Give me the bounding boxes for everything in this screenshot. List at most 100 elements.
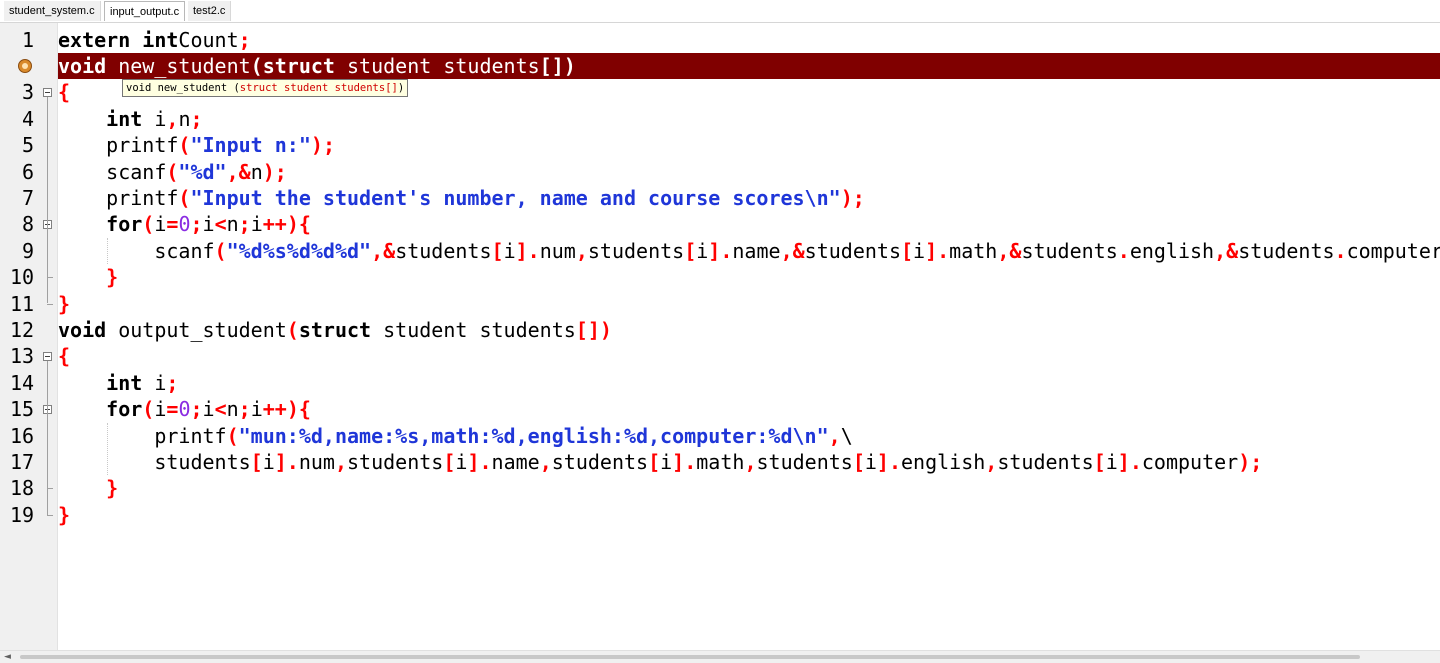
code-line[interactable]: int i; xyxy=(58,370,178,396)
code-token: extern int xyxy=(58,27,179,52)
code-line[interactable]: int i,n; xyxy=(58,106,202,132)
line-number[interactable]: 4 xyxy=(22,106,34,132)
code-token: num xyxy=(298,449,335,474)
code-token: ( xyxy=(166,159,179,184)
code-token: math xyxy=(696,449,745,474)
code-token: i xyxy=(202,212,215,237)
code-token: i xyxy=(250,212,263,237)
code-token: ; xyxy=(322,133,335,158)
code-token: void xyxy=(58,317,107,342)
code-token: { xyxy=(58,344,71,369)
code-token: n xyxy=(178,106,191,131)
line-number[interactable]: 17 xyxy=(10,449,34,475)
line-number[interactable]: 12 xyxy=(10,317,34,343)
function-signature-tooltip: void new_student (struct student student… xyxy=(122,79,409,97)
code-line[interactable]: { xyxy=(58,343,70,369)
line-number[interactable]: 15 xyxy=(10,396,34,422)
code-token: ] xyxy=(708,238,721,263)
horizontal-scrollbar[interactable]: ◄ xyxy=(0,650,1440,663)
line-number[interactable]: 19 xyxy=(10,502,34,528)
code-token: i xyxy=(142,370,167,395)
code-token: n xyxy=(250,159,263,184)
scroll-left-arrow-icon[interactable]: ◄ xyxy=(4,652,11,663)
tab-student-system[interactable]: student_system.c xyxy=(4,1,101,21)
code-token: . xyxy=(479,449,492,474)
code-token: ] xyxy=(672,449,685,474)
code-editor[interactable]: extern intCount; void new_student(struct … xyxy=(58,23,1440,650)
code-token: . xyxy=(888,449,901,474)
code-token: scanf xyxy=(58,159,167,184)
code-line[interactable]: } xyxy=(58,264,118,290)
line-number-gutter[interactable]: 12345678910111213141516171819 xyxy=(0,23,58,650)
line-number[interactable]: 7 xyxy=(22,185,34,211)
code-token: < xyxy=(214,212,227,237)
fold-end-tick xyxy=(47,303,53,305)
line-number[interactable]: 13 xyxy=(10,343,34,369)
code-line[interactable]: for(i=0;i<n;i++){ xyxy=(58,396,311,422)
code-line[interactable]: scanf("%d%s%d%d%d",&students[i].num,stud… xyxy=(58,238,1440,264)
code-token: . xyxy=(286,449,299,474)
fold-toggle-icon[interactable] xyxy=(43,88,52,98)
code-token: } xyxy=(106,476,119,501)
code-token: n xyxy=(226,212,239,237)
breakpoint-icon[interactable] xyxy=(18,58,32,73)
code-token: [ xyxy=(1093,449,1106,474)
code-line[interactable]: } xyxy=(58,475,118,501)
line-number[interactable]: 10 xyxy=(10,264,34,290)
code-token: , xyxy=(985,449,998,474)
code-token: printf xyxy=(58,423,227,448)
code-token: . xyxy=(684,449,697,474)
code-token: ; xyxy=(238,397,251,422)
line-number[interactable]: 16 xyxy=(10,423,34,449)
code-token: ,& xyxy=(226,159,251,184)
tab-input-output[interactable]: input_output.c xyxy=(104,1,186,21)
code-token: } xyxy=(58,291,71,316)
code-token: . xyxy=(527,238,540,263)
code-line[interactable]: } xyxy=(58,502,70,528)
code-token: ) xyxy=(262,159,275,184)
code-line[interactable]: printf("Input the student's number, name… xyxy=(58,185,865,211)
code-token: i xyxy=(913,238,926,263)
line-number[interactable]: 14 xyxy=(10,370,34,396)
code-token: students xyxy=(1238,238,1335,263)
line-number[interactable]: 1 xyxy=(22,27,34,53)
line-number[interactable]: 5 xyxy=(22,132,34,158)
scrollbar-thumb[interactable] xyxy=(20,655,1360,659)
code-line[interactable]: void output_student(struct student stude… xyxy=(58,317,612,343)
code-line[interactable]: printf("Input n:"); xyxy=(58,132,335,158)
code-token: student students xyxy=(371,317,576,342)
code-token: ( xyxy=(226,423,239,448)
code-line[interactable]: extern intCount; xyxy=(58,27,251,53)
code-token: ; xyxy=(190,212,203,237)
code-token: = xyxy=(166,212,179,237)
code-token: ; xyxy=(238,212,251,237)
code-line[interactable]: scanf("%d",&n); xyxy=(58,159,287,185)
code-line[interactable]: } xyxy=(58,291,70,317)
fold-end-tick xyxy=(47,277,53,279)
line-number[interactable]: 9 xyxy=(22,238,34,264)
code-token: } xyxy=(58,502,71,527)
code-line[interactable]: students[i].num,students[i].name,student… xyxy=(58,449,1262,475)
code-token: ; xyxy=(238,27,251,52)
code-token: new_student xyxy=(106,53,251,78)
code-line[interactable]: printf("mun:%d,name:%s,math:%d,english:%… xyxy=(58,423,852,449)
line-number[interactable]: 8 xyxy=(22,211,34,237)
line-number[interactable]: 3 xyxy=(22,79,34,105)
code-token: "%d" xyxy=(178,159,227,184)
code-token: ) xyxy=(1238,449,1251,474)
code-line[interactable]: { xyxy=(58,79,70,105)
line-number[interactable]: 6 xyxy=(22,159,34,185)
code-token: printf xyxy=(58,185,179,210)
tab-test2[interactable]: test2.c xyxy=(188,1,232,21)
code-token: ( xyxy=(214,238,227,263)
code-line[interactable]: for(i=0;i<n;i++){ xyxy=(58,211,311,237)
fold-toggle-icon[interactable] xyxy=(43,352,52,362)
code-token: i xyxy=(202,397,215,422)
line-number[interactable]: 18 xyxy=(10,475,34,501)
code-line[interactable]: void new_student(struct student students… xyxy=(58,53,576,79)
code-token: { xyxy=(58,80,71,105)
code-token: ) xyxy=(310,133,323,158)
line-number[interactable]: 11 xyxy=(10,291,34,317)
tooltip-suffix: ) xyxy=(397,82,405,94)
